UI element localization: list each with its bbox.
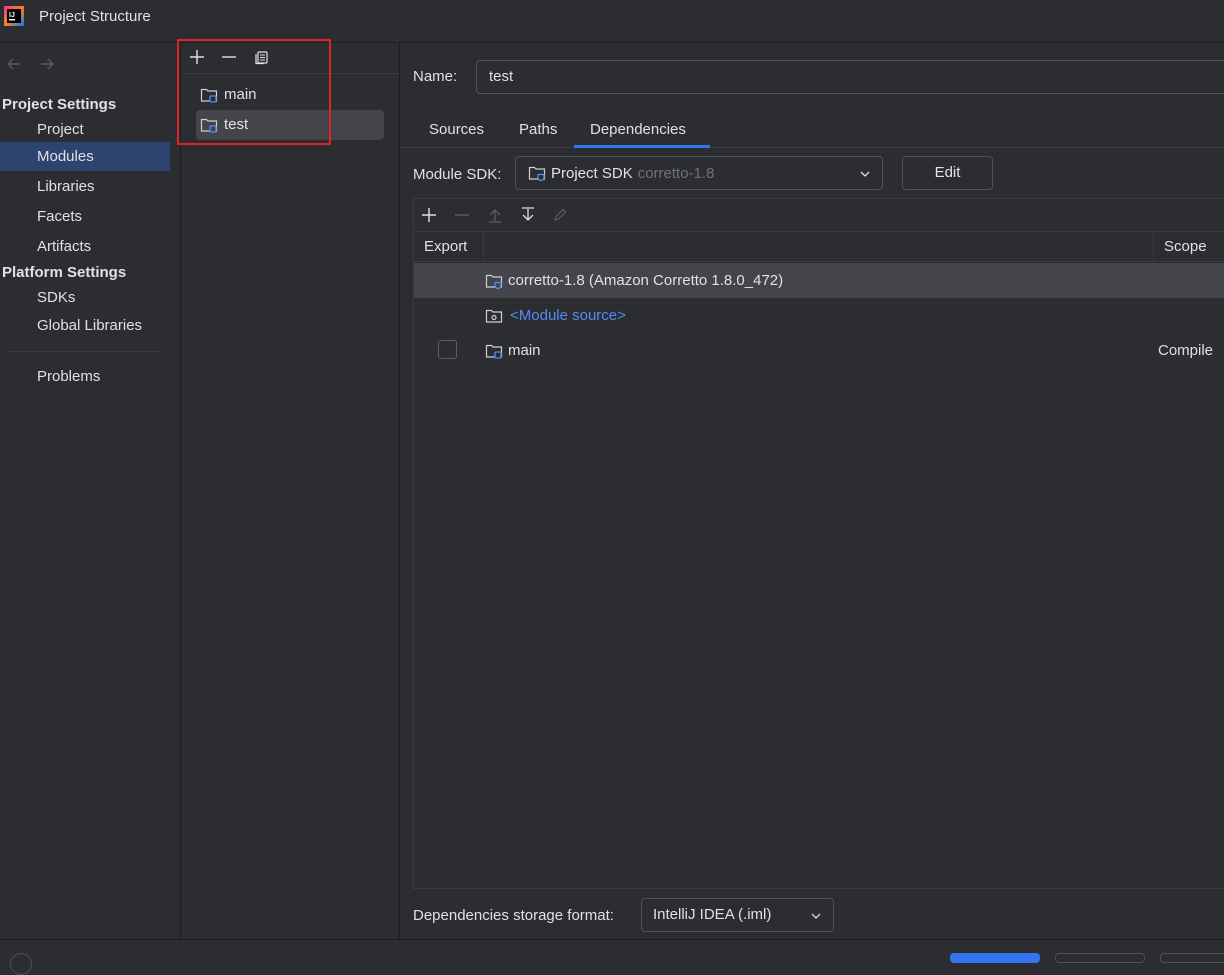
nav-item-libraries[interactable]: Libraries (0, 172, 170, 201)
storage-format-value: IntelliJ IDEA (.iml) (653, 906, 772, 923)
nav-item-problems[interactable]: Problems (0, 362, 170, 391)
dependency-label: corretto-1.8 (Amazon Corretto 1.8.0_472) (508, 272, 784, 289)
nav-item-global-libraries[interactable]: Global Libraries (0, 311, 170, 340)
move-up-icon[interactable] (484, 204, 506, 226)
annotation-highlight-box (177, 39, 331, 145)
nav-item-facets[interactable]: Facets (0, 202, 170, 231)
table-row[interactable]: main (414, 333, 1224, 368)
name-label: Name: (413, 68, 458, 85)
tabs-divider (400, 147, 1224, 148)
dialog-footer (0, 939, 1224, 960)
sdk-folder-icon (528, 164, 546, 182)
cancel-button[interactable] (1055, 953, 1145, 963)
nav-item-artifacts[interactable]: Artifacts (0, 232, 170, 261)
sdk-value: Project SDK (551, 164, 633, 182)
table-row[interactable]: <Module source> (414, 298, 1224, 333)
dependency-label: <Module source> (510, 307, 626, 324)
module-list-panel (181, 43, 400, 939)
module-name-input[interactable]: test (476, 60, 1224, 94)
apply-button[interactable] (1160, 953, 1224, 963)
sdk-value-hint: corretto-1.8 (637, 164, 715, 182)
export-checkbox[interactable] (438, 340, 457, 359)
arrow-right-icon[interactable] (37, 54, 57, 74)
intellij-logo-icon: IJ (4, 6, 24, 26)
module-source-icon (485, 307, 503, 325)
nav-item-modules[interactable]: Modules (0, 142, 170, 171)
minus-icon[interactable] (451, 204, 473, 226)
chevron-down-icon (858, 167, 872, 181)
tab-paths[interactable]: Paths (519, 121, 557, 147)
table-header (414, 232, 1224, 262)
column-header-export[interactable]: Export (424, 238, 467, 255)
tab-dependencies[interactable]: Dependencies (590, 121, 686, 147)
tab-sources[interactable]: Sources (429, 121, 484, 147)
edit-pencil-icon[interactable] (549, 204, 571, 226)
platform-settings-heading: Platform Settings (2, 264, 127, 281)
column-divider (483, 232, 484, 262)
module-folder-icon (485, 342, 503, 360)
column-header-scope[interactable]: Scope (1164, 238, 1207, 255)
module-sdk-select[interactable]: Project SDK corretto-1.8 (515, 156, 883, 190)
move-down-icon[interactable] (517, 204, 539, 226)
ok-button[interactable] (950, 953, 1040, 963)
project-settings-heading: Project Settings (2, 96, 117, 113)
window-title: Project Structure (39, 8, 151, 25)
svg-text:IJ: IJ (9, 12, 15, 19)
storage-format-label: Dependencies storage format: (413, 907, 614, 924)
edit-sdk-button[interactable]: Edit (902, 156, 993, 190)
column-divider (1153, 232, 1154, 262)
module-sdk-label: Module SDK: (413, 166, 502, 183)
dependency-label: main (508, 342, 541, 359)
sdk-folder-icon (485, 272, 503, 290)
nav-divider (6, 351, 160, 352)
active-tab-indicator (574, 145, 710, 148)
nav-item-project[interactable]: Project (0, 115, 170, 144)
arrow-left-icon[interactable] (4, 54, 24, 74)
nav-item-sdks[interactable]: SDKs (0, 283, 170, 312)
title-bar (0, 0, 1224, 43)
scope-value[interactable]: Compile (1158, 342, 1213, 359)
plus-icon[interactable] (418, 204, 440, 226)
storage-format-select[interactable]: IntelliJ IDEA (.iml) (641, 898, 834, 932)
chevron-down-icon (809, 909, 823, 923)
table-row[interactable]: corretto-1.8 (Amazon Corretto 1.8.0_472) (414, 263, 1224, 298)
help-button[interactable] (10, 953, 32, 975)
